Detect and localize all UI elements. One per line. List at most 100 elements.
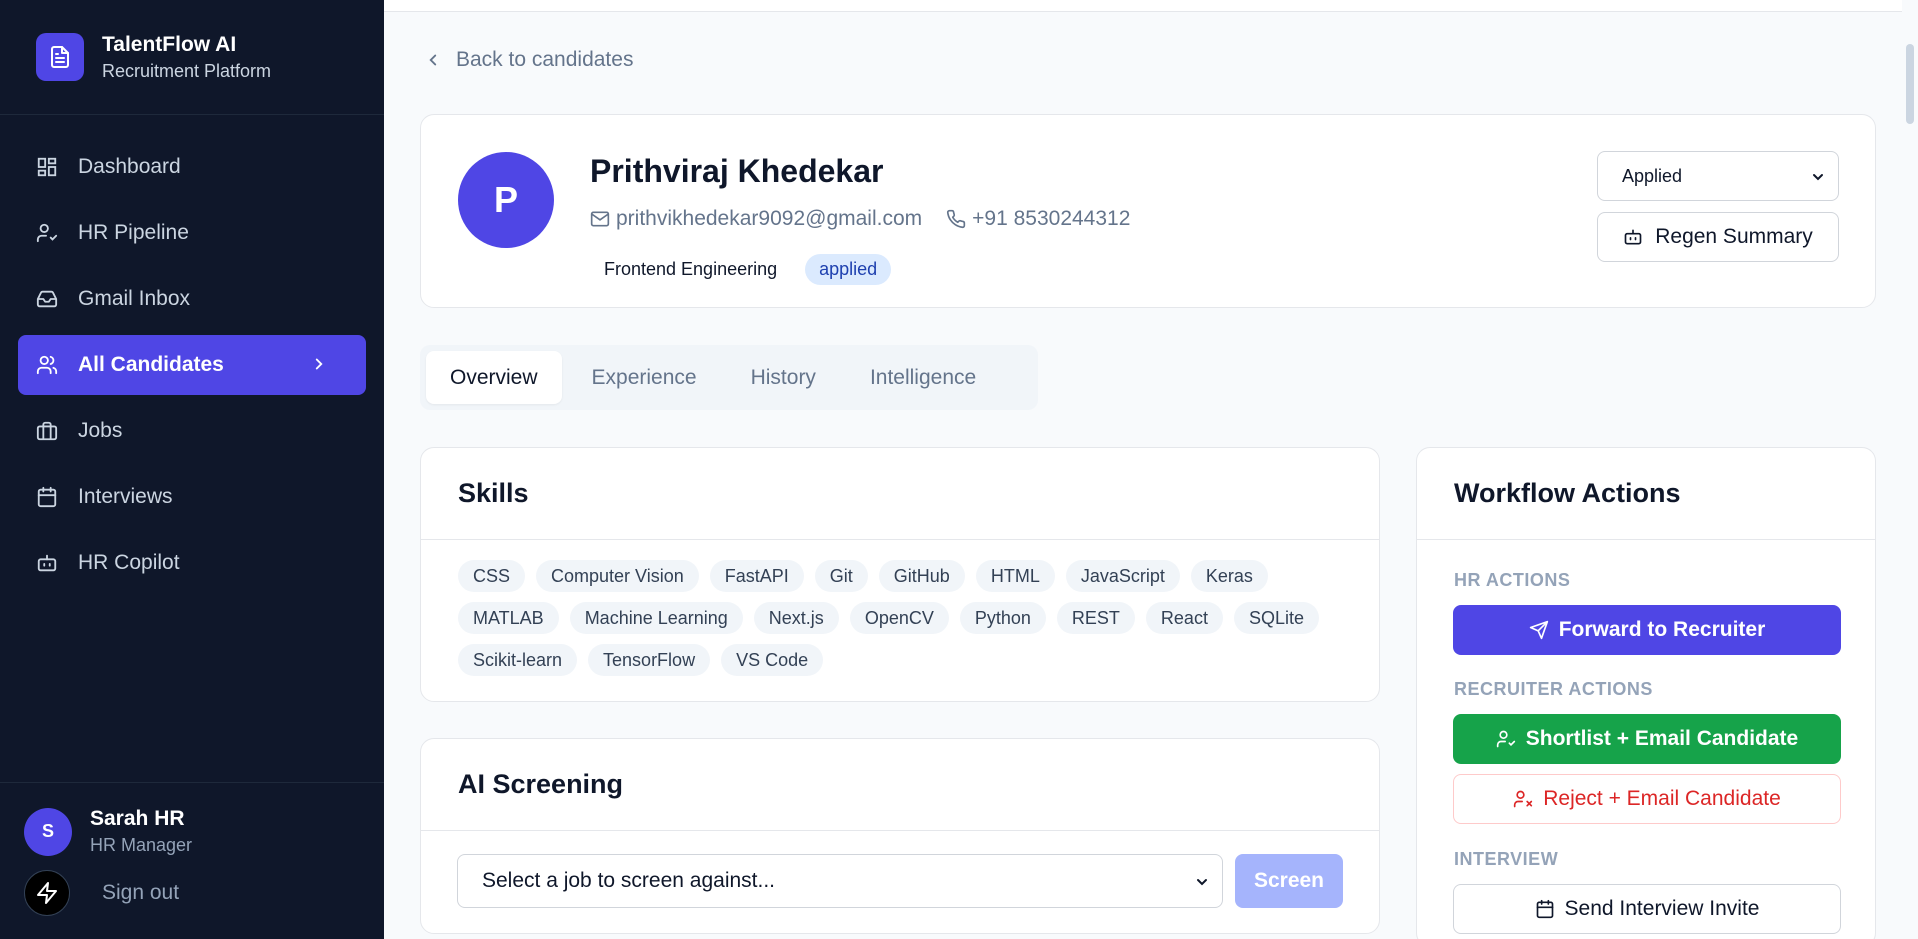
job-select-placeholder: Select a job to screen against...: [482, 869, 776, 892]
user-profile[interactable]: S Sarah HR HR Manager: [0, 783, 384, 856]
sidebar-item-label: Jobs: [78, 419, 123, 442]
skill-tag: OpenCV: [849, 602, 949, 634]
inbox-icon: [36, 290, 58, 308]
candidate-profile-card: P Prithviraj Khedekar prithvikhedekar909…: [420, 114, 1876, 308]
skills-card: Skills CSS Computer Vision FastAPI Git GitHu…: [420, 447, 1380, 702]
candidate-contact: prithvikhedekar9092@gmail.com +91 853024…: [590, 207, 1154, 231]
skill-tag: Scikit-learn: [458, 644, 578, 676]
sidebar-item-gmail-inbox[interactable]: Gmail Inbox: [18, 269, 366, 329]
sidebar-item-hr-pipeline[interactable]: HR Pipeline: [18, 203, 366, 263]
regen-summary-label: Regen Summary: [1655, 225, 1813, 248]
sidebar-item-label: Dashboard: [78, 155, 181, 178]
skill-tag: Machine Learning: [569, 602, 743, 634]
sidebar: TalentFlow AI Recruitment Platform Dashb…: [0, 0, 384, 939]
top-bar: [384, 0, 1918, 12]
status-select-value: Applied: [1622, 165, 1683, 186]
tab-overview[interactable]: Overview: [426, 351, 562, 404]
email-text: prithvikhedekar9092@gmail.com: [616, 207, 923, 230]
skill-tag: FastAPI: [709, 560, 804, 592]
ai-screening-card: AI Screening Select a job to screen agai…: [420, 738, 1380, 934]
phone-text: +91 8530244312: [972, 207, 1131, 230]
candidate-tags: Frontend Engineering applied: [590, 253, 892, 286]
skills-list: CSS Computer Vision FastAPI Git GitHub HTML Ja…: [421, 540, 1379, 686]
user-check-icon: [1496, 730, 1515, 748]
skill-tag: Python: [959, 602, 1046, 634]
skill-tag: Keras: [1190, 560, 1268, 592]
scrollbar-thumb[interactable]: [1906, 44, 1914, 124]
status-select[interactable]: Applied: [1597, 151, 1839, 201]
shortlist-email-button[interactable]: Shortlist + Email Candidate: [1453, 714, 1841, 764]
sidebar-item-label: HR Pipeline: [78, 221, 189, 244]
sidebar-footer: S Sarah HR HR Manager Sign out: [0, 782, 384, 939]
brand-subtitle: Recruitment Platform: [102, 60, 272, 81]
reject-label: Reject + Email Candidate: [1543, 787, 1781, 810]
sidebar-item-dashboard[interactable]: Dashboard: [18, 137, 366, 197]
job-select[interactable]: Select a job to screen against...: [457, 854, 1223, 908]
forward-to-recruiter-button[interactable]: Forward to Recruiter: [1453, 605, 1841, 655]
skill-tag: SQLite: [1233, 602, 1319, 634]
recruiter-actions-label: RECRUITER ACTIONS: [1454, 679, 1653, 699]
skill-tag: HTML: [975, 560, 1055, 592]
forward-label: Forward to Recruiter: [1558, 618, 1766, 641]
interview-label: INTERVIEW: [1454, 849, 1559, 869]
candidate-name: Prithviraj Khedekar: [590, 153, 884, 189]
sidebar-item-jobs[interactable]: Jobs: [18, 401, 366, 461]
chevron-left-icon: [429, 54, 437, 66]
skill-tag: TensorFlow: [588, 644, 711, 676]
skill-tag: CSS: [458, 560, 526, 592]
regen-summary-button[interactable]: Regen Summary: [1597, 212, 1839, 262]
shortlist-label: Shortlist + Email Candidate: [1525, 727, 1799, 750]
send-icon: [1529, 620, 1548, 640]
skill-tag: Computer Vision: [536, 560, 699, 592]
user-check-icon: [36, 223, 58, 243]
tab-experience[interactable]: Experience: [568, 351, 721, 404]
sidebar-item-label: Gmail Inbox: [78, 287, 191, 310]
sidebar-item-all-candidates[interactable]: All Candidates: [18, 335, 366, 395]
back-label: Back to candidates: [456, 48, 634, 71]
tab-intelligence[interactable]: Intelligence: [846, 351, 1000, 404]
scrollbar[interactable]: [1902, 0, 1918, 939]
briefcase-icon: [36, 421, 58, 441]
user-role: HR Manager: [90, 835, 193, 855]
status-badge: applied: [805, 254, 892, 285]
sign-out-label: Sign out: [102, 881, 180, 904]
send-interview-invite-button[interactable]: Send Interview Invite: [1453, 884, 1841, 934]
invite-label: Send Interview Invite: [1564, 897, 1760, 920]
department-tag: Frontend Engineering: [604, 259, 778, 279]
reject-email-button[interactable]: Reject + Email Candidate: [1453, 774, 1841, 824]
avatar: S: [24, 807, 72, 856]
sidebar-nav: Dashboard HR Pipeline Gmail Inbox All Ca…: [0, 115, 384, 593]
skill-tag: VS Code: [721, 644, 824, 676]
chevron-down-icon: [1813, 174, 1823, 181]
calendar-icon: [1536, 899, 1553, 919]
calendar-icon: [37, 486, 57, 508]
sidebar-item-interviews[interactable]: Interviews: [18, 467, 366, 527]
chevron-right-icon: [315, 358, 323, 370]
workflow-actions-card: Workflow Actions HR ACTIONS Forward to R…: [1416, 447, 1876, 939]
mail-icon: [590, 211, 610, 227]
back-to-candidates-link[interactable]: Back to candidates: [424, 48, 633, 72]
sidebar-item-label: All Candidates: [78, 353, 224, 376]
user-name: Sarah HR: [90, 807, 185, 830]
screen-button[interactable]: Screen: [1235, 854, 1343, 908]
dashboard-icon: [37, 157, 57, 177]
user-x-icon: [1514, 790, 1533, 808]
bolt-icon: [24, 870, 70, 916]
ai-screening-title: AI Screening: [421, 739, 1379, 831]
users-icon: [36, 355, 58, 375]
bot-icon: [1624, 229, 1642, 245]
skill-tag: GitHub: [878, 560, 965, 592]
candidate-tabs: Overview Experience History Intelligence: [420, 345, 1038, 410]
candidate-avatar: P: [458, 152, 554, 248]
sidebar-item-label: HR Copilot: [78, 551, 180, 574]
skill-tag: MATLAB: [458, 602, 559, 634]
chevron-down-icon: [1197, 879, 1207, 886]
tab-history[interactable]: History: [727, 351, 840, 404]
sidebar-item-label: Interviews: [78, 485, 173, 508]
candidate-email[interactable]: prithvikhedekar9092@gmail.com: [590, 207, 922, 231]
brand: TalentFlow AI Recruitment Platform: [0, 0, 384, 115]
sign-out-button[interactable]: Sign out: [0, 856, 384, 916]
candidate-phone[interactable]: +91 8530244312: [946, 207, 1130, 231]
sidebar-item-hr-copilot[interactable]: HR Copilot: [18, 533, 366, 593]
phone-icon: [947, 209, 966, 229]
